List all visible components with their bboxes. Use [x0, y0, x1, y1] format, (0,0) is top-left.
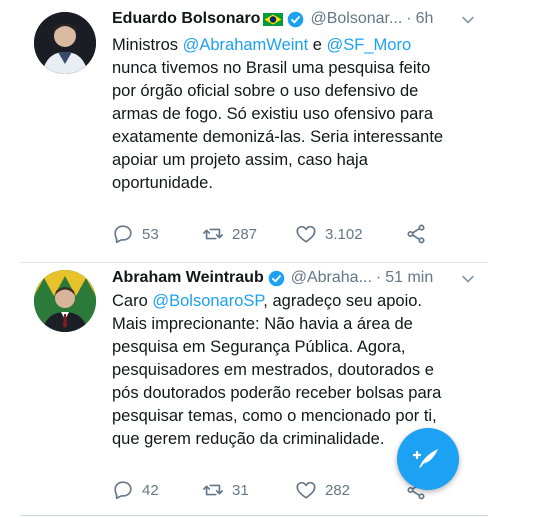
- avatar[interactable]: [34, 12, 96, 74]
- retweet-count: 287: [232, 225, 258, 243]
- tweet-text: Ministros @AbrahamWeint e @SF_Moro nunca…: [112, 34, 477, 195]
- retweet-icon: [203, 484, 223, 496]
- retweet-count: 31: [232, 481, 249, 499]
- display-name[interactable]: Eduardo Bolsonaro: [112, 10, 260, 28]
- tweet-header: Abraham Weintraub @Abraha... · 51 min: [112, 267, 433, 289]
- tweet-text-segment: nunca tivemos no Brasil uma pesquisa fei…: [112, 59, 444, 192]
- avatar[interactable]: [34, 270, 96, 332]
- reply-button[interactable]: 53: [112, 223, 159, 245]
- compose-tweet-icon: [413, 449, 438, 468]
- like-button[interactable]: 282: [295, 479, 350, 501]
- user-handle[interactable]: @Bolsonar...: [310, 10, 402, 28]
- share-button[interactable]: [405, 223, 427, 245]
- separator-dot: ·: [375, 269, 382, 286]
- timestamp[interactable]: 51 min: [385, 269, 433, 287]
- tweet[interactable]: Eduardo Bolsonaro @Bolsonar... · 6h Mini…: [20, 0, 488, 262]
- chevron-down-icon[interactable]: [460, 12, 476, 28]
- display-name[interactable]: Abraham Weintraub: [112, 269, 264, 287]
- verified-badge-icon: [288, 11, 304, 27]
- like-button[interactable]: 3.102: [295, 223, 363, 245]
- like-count: 3.102: [325, 225, 363, 243]
- share-icon: [407, 224, 425, 244]
- user-handle[interactable]: @Abraha...: [291, 269, 372, 287]
- tweet-actions: 53 287 3.102: [112, 223, 472, 245]
- heart-icon: [296, 481, 316, 499]
- reply-icon: [114, 481, 132, 500]
- mention-link[interactable]: @SF_Moro: [327, 36, 412, 54]
- reply-count: 42: [142, 481, 159, 499]
- mention-link[interactable]: @AbrahamWeint: [183, 36, 309, 54]
- chevron-down-icon[interactable]: [460, 271, 476, 287]
- brazil-flag-icon: [263, 12, 284, 26]
- tweet-text: Caro @BolsonaroSP, agradeço seu apoio. M…: [112, 290, 477, 451]
- bottom-divider: [20, 515, 488, 516]
- verified-badge-icon: [268, 270, 285, 286]
- timestamp[interactable]: 6h: [416, 10, 434, 28]
- tweet-header: Eduardo Bolsonaro @Bolsonar... · 6h: [112, 8, 433, 30]
- avatar-photo: [34, 12, 96, 74]
- avatar-photo: [34, 270, 96, 332]
- reply-button[interactable]: 42: [112, 479, 159, 501]
- retweet-button[interactable]: 31: [202, 479, 249, 501]
- tweet-text-segment: , agradeço seu apoio. Mais imprecionante…: [112, 292, 442, 448]
- reply-count: 53: [142, 225, 159, 243]
- mention-link[interactable]: @BolsonaroSP: [152, 292, 263, 310]
- retweet-button[interactable]: 287: [202, 223, 257, 245]
- reply-icon: [114, 225, 132, 244]
- compose-tweet-button[interactable]: [397, 428, 459, 490]
- tweet-text-segment: Ministros: [112, 36, 183, 54]
- tweet-text-segment: e: [308, 36, 327, 54]
- like-count: 282: [325, 481, 351, 499]
- retweet-icon: [203, 228, 223, 240]
- tweet-text-segment: Caro: [112, 292, 153, 310]
- separator-dot: ·: [406, 10, 412, 27]
- heart-icon: [296, 225, 316, 243]
